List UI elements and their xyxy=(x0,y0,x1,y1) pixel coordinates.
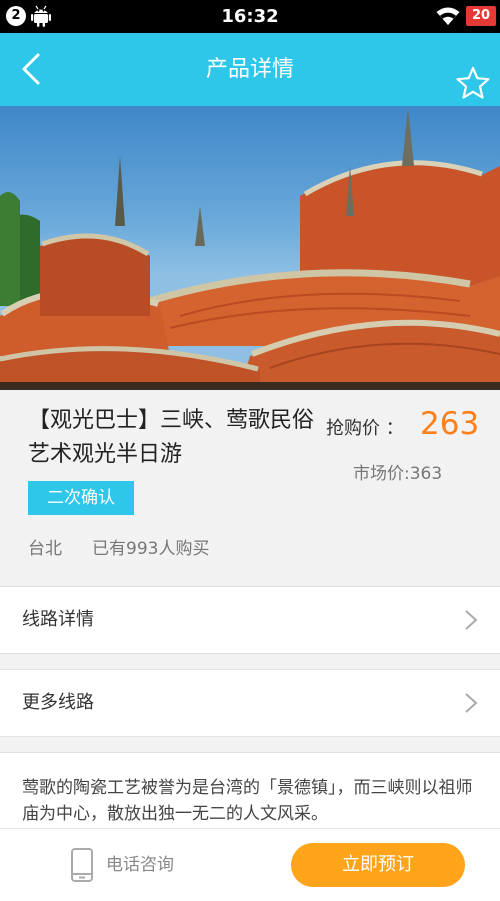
battery-indicator: 20 xyxy=(466,6,496,26)
temple-roof-photo xyxy=(0,108,500,390)
location-label: 台北 xyxy=(28,539,62,559)
phone-consult-button[interactable]: 电话咨询 xyxy=(70,845,220,885)
price-label: 抢购价 ： xyxy=(326,418,404,439)
status-time: 16:32 xyxy=(221,6,279,27)
product-title: 【观光巴士】三峡、莺歌民俗艺术观光半日游 xyxy=(28,408,315,467)
route-details-row[interactable]: 线路详情 xyxy=(0,586,500,654)
product-info: 【观光巴士】三峡、莺歌民俗艺术观光半日游 抢购价 ： 263 市场价:363 二… xyxy=(0,390,500,586)
buyers-count: 已有993人购买 xyxy=(92,539,210,559)
price-value: 263 xyxy=(420,406,480,442)
chevron-right-icon xyxy=(465,610,478,630)
more-routes-row[interactable]: 更多线路 xyxy=(0,669,500,737)
description-text: 莺歌的陶瓷工艺被誉为是台湾的「景德镇」，而三峡则以祖师庙为中心，散放出独一无二的… xyxy=(22,778,473,824)
hero-image xyxy=(0,106,500,390)
description-section: 莺歌的陶瓷工艺被誉为是台湾的「景德镇」，而三峡则以祖师庙为中心，散放出独一无二的… xyxy=(0,752,500,831)
star-outline-icon[interactable] xyxy=(456,66,490,100)
confirm-badge: 二次确认 xyxy=(28,481,134,515)
chevron-right-icon xyxy=(465,693,478,713)
phone-consult-label: 电话咨询 xyxy=(106,855,174,875)
app-header: 产品详情 xyxy=(0,33,500,106)
wifi-icon xyxy=(436,7,460,25)
bottom-action-bar: 电话咨询 立即预订 xyxy=(0,828,500,901)
more-routes-label: 更多线路 xyxy=(22,692,94,713)
route-details-label: 线路详情 xyxy=(22,609,94,630)
book-now-button[interactable]: 立即预订 xyxy=(291,843,465,887)
page-title: 产品详情 xyxy=(205,57,294,82)
status-bar: 2 16:32 20 xyxy=(0,0,500,33)
phone-icon xyxy=(71,848,93,882)
market-price: 市场价:363 xyxy=(353,464,443,484)
